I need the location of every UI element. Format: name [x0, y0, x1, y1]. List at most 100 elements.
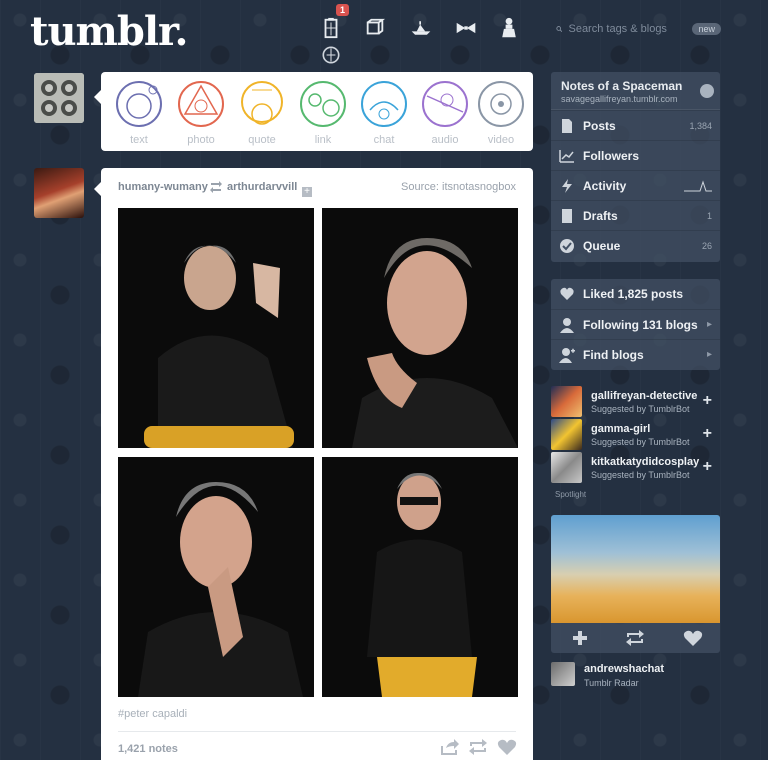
blog-thumbnail[interactable]	[551, 419, 582, 450]
post-photo-button[interactable]: photo	[171, 76, 231, 148]
post-audio-button[interactable]: audio	[415, 76, 475, 148]
heart-icon	[560, 287, 574, 300]
post-source[interactable]: Source: itsnotasnogbox	[401, 181, 516, 193]
reblogged-from[interactable]: arthurdarvvill	[227, 181, 297, 193]
tumblr-logo[interactable]: tumblr.	[30, 8, 188, 55]
recommended-blog-sub: Suggested by TumblrBot	[591, 437, 690, 447]
sidebar-item-label: Drafts	[583, 208, 618, 223]
poster-avatar[interactable]	[34, 168, 84, 218]
post-type-label: text	[130, 134, 148, 146]
document-icon	[562, 118, 572, 133]
radar-image[interactable]	[551, 515, 720, 623]
post-text-button[interactable]: text	[109, 76, 169, 148]
blog-name[interactable]: Notes of a Spaceman	[561, 79, 682, 93]
post-quote-button[interactable]: quote	[232, 76, 292, 148]
add-person-icon	[559, 347, 575, 363]
radar-user-avatar[interactable]	[551, 662, 575, 686]
chart-icon	[559, 149, 574, 163]
drafts-icon	[562, 208, 572, 223]
sidebar-item-following[interactable]: Following 131 blogs ▸	[551, 309, 720, 339]
chevron-right-icon: ▸	[706, 349, 712, 360]
recommended-blog-sub: Suggested by TumblrBot	[591, 470, 690, 480]
post-type-label: video	[487, 134, 515, 146]
post-type-label: photo	[187, 134, 215, 146]
divider	[118, 731, 516, 732]
blog-thumbnail[interactable]	[551, 386, 582, 417]
recommended-blog-name[interactable]: gamma-girl	[591, 423, 650, 435]
new-badge: new	[692, 23, 721, 35]
activity-sparkline	[684, 180, 712, 192]
add-plus-icon[interactable]	[570, 629, 590, 647]
post-tag[interactable]: #peter capaldi	[118, 708, 187, 720]
recommended-blog[interactable]: gallifreyan-detective Suggested by Tumbl…	[551, 386, 720, 417]
post-type-bar: text photo quote link chat audio video	[94, 72, 533, 151]
follow-plus-icon[interactable]: +	[703, 459, 712, 475]
spotlight-label[interactable]: Spotlight	[555, 490, 586, 499]
sidebar-item-activity[interactable]: Activity	[551, 170, 720, 200]
post-notes-count[interactable]: 1,421 notes	[118, 743, 178, 755]
sidebar-item-label: Activity	[583, 178, 627, 193]
blog-header[interactable]: Notes of a Spaceman savagegallifreyan.tu…	[551, 72, 720, 110]
sidebar-item-posts[interactable]: Posts 1,384	[551, 110, 720, 140]
blog-dropdown-icon[interactable]	[700, 84, 714, 98]
blog-url[interactable]: savagegallifreyan.tumblr.com	[561, 94, 678, 104]
post-link-button[interactable]: link	[293, 76, 353, 148]
photo[interactable]	[118, 208, 314, 448]
sidebar-item-followers[interactable]: Followers	[551, 140, 720, 170]
sidebar-item-label: Queue	[583, 238, 621, 253]
post-type-label: link	[314, 134, 332, 146]
chevron-right-icon: ▸	[706, 319, 712, 330]
like-heart-icon[interactable]	[683, 629, 703, 647]
search-input[interactable]	[568, 23, 689, 35]
blog-thumbnail[interactable]	[551, 452, 582, 483]
follow-plus-icon[interactable]: +	[703, 426, 712, 442]
sidebar-item-likes[interactable]: Liked 1,825 posts	[551, 279, 720, 309]
post-type-label: audio	[431, 134, 459, 146]
follow-plus-icon[interactable]: +	[703, 393, 712, 409]
reblog-button-icon[interactable]	[468, 738, 488, 756]
recommended-blog[interactable]: gamma-girl Suggested by TumblrBot +	[551, 419, 720, 450]
cube-icon[interactable]	[362, 15, 388, 41]
radar-post	[551, 515, 720, 653]
recommended-blog-name[interactable]: kitkatkatydidcosplay	[591, 456, 699, 468]
photo[interactable]	[322, 208, 518, 448]
photo[interactable]	[322, 457, 518, 697]
search-icon	[556, 26, 563, 32]
reblog-button-icon[interactable]	[625, 629, 645, 647]
follow-plus-icon[interactable]: +	[302, 187, 312, 197]
radar-user[interactable]: andrewshachat Tumblr Radar	[551, 662, 720, 692]
post-author[interactable]: humany-wumany	[118, 181, 208, 193]
post-type-label: chat	[373, 134, 395, 146]
bowtie-icon[interactable]	[453, 15, 479, 41]
post-card: humany-wumany arthurdarvvill + Source: i…	[94, 168, 533, 760]
sidebar-item-queue[interactable]: Queue 26	[551, 230, 720, 260]
notification-badge[interactable]: 1	[336, 4, 350, 16]
share-icon[interactable]	[440, 738, 460, 756]
sidebar-item-count: 1	[706, 210, 712, 221]
sidebar-item-drafts[interactable]: Drafts 1	[551, 200, 720, 230]
tardis-icon[interactable]	[318, 15, 344, 41]
queue-icon	[560, 238, 574, 253]
social-menu: Liked 1,825 posts Following 131 blogs ▸ …	[551, 279, 720, 370]
sidebar-item-label: Following 131 blogs	[583, 317, 698, 332]
sidebar-item-label: Posts	[583, 118, 616, 133]
blog-menu: Notes of a Spaceman savagegallifreyan.tu…	[551, 72, 720, 262]
radar-label: Tumblr Radar	[584, 678, 639, 688]
recommended-blog[interactable]: kitkatkatydidcosplay Suggested by Tumblr…	[551, 452, 720, 483]
sidebar-item-find-blogs[interactable]: Find blogs ▸	[551, 339, 720, 369]
sidebar-item-label: Find blogs	[583, 347, 644, 362]
dalek-icon[interactable]	[496, 15, 522, 41]
radar-user-name[interactable]: andrewshachat	[584, 663, 664, 675]
recommended-blog-name[interactable]: gallifreyan-detective	[591, 390, 697, 402]
compass-icon[interactable]	[318, 42, 344, 68]
ship-icon[interactable]	[408, 15, 434, 41]
search-bar[interactable]: new	[556, 18, 721, 40]
user-avatar[interactable]	[34, 73, 84, 123]
lightning-icon	[562, 178, 572, 193]
photo[interactable]	[118, 457, 314, 697]
like-heart-icon[interactable]	[497, 738, 517, 756]
post-chat-button[interactable]: chat	[354, 76, 414, 148]
recommended-blog-sub: Suggested by TumblrBot	[591, 404, 690, 414]
post-video-button[interactable]: video	[471, 76, 531, 148]
post-type-label: quote	[248, 134, 276, 146]
